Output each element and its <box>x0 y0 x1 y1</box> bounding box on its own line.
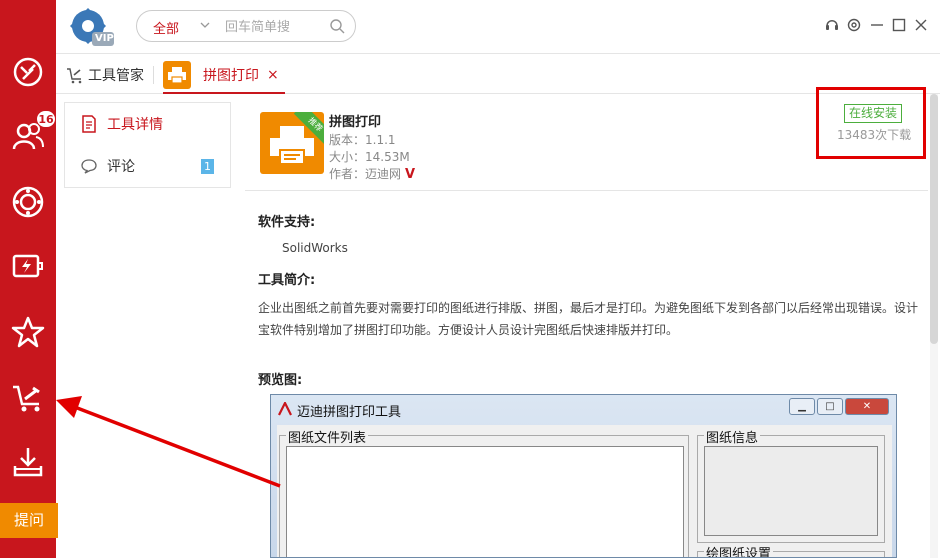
cart-icon <box>67 68 82 84</box>
tab-label: 拼图打印 <box>203 68 259 84</box>
sidebar-item-downloads[interactable] <box>0 430 56 494</box>
app-author-row: 作者：迈迪网 V <box>329 165 415 182</box>
app-logo[interactable]: VIP <box>66 6 114 48</box>
top-bar: VIP 全部 <box>56 0 940 54</box>
app-logo-small-icon <box>278 402 292 416</box>
support-heading: 软件支持: <box>258 215 316 230</box>
nav-item-comments[interactable]: 评论 1 <box>65 145 230 187</box>
app-size: 大小：14.53M <box>329 150 410 164</box>
sidebar-item-favorites[interactable] <box>0 300 56 364</box>
app-icon: 推荐 <box>260 112 324 174</box>
preview-files-list <box>286 446 684 557</box>
close-icon[interactable] <box>913 17 929 33</box>
tab-label: 工具管家 <box>88 68 144 84</box>
sidebar: 16 提问 <box>0 0 58 558</box>
printer-tab-icon <box>163 61 191 89</box>
tab-bar: 工具管家 拼图打印 × <box>56 54 940 94</box>
tools-cart-icon <box>13 385 40 412</box>
intro-text: 企业出图纸之前首先要对需要打印的图纸进行排版、拼图，最后才是打印。为避免图纸下发… <box>258 301 919 337</box>
search-input[interactable] <box>225 17 325 37</box>
preview-close-icon: ✕ <box>845 398 889 415</box>
divider <box>245 190 928 191</box>
search-scope-select[interactable]: 全部 <box>153 18 179 37</box>
tab-puzzle-print[interactable]: 拼图打印 × <box>163 58 285 94</box>
preview-image: 迈迪拼图打印工具 ▁ □ ✕ 图纸文件列表 图纸信息 绘图纸设置 <box>270 394 897 558</box>
install-online-button[interactable]: 在线安装 <box>844 104 903 123</box>
intro-heading: 工具简介: <box>258 273 316 288</box>
verified-badge: V <box>405 167 416 182</box>
download-count: 13483次下载 <box>837 128 912 142</box>
chevron-down-icon[interactable] <box>199 19 211 31</box>
preview-info-legend: 图纸信息 <box>704 427 761 446</box>
preview-settings-group: 绘图纸设置 <box>697 543 885 557</box>
preview-info-group: 图纸信息 <box>697 427 885 543</box>
comment-count-badge: 1 <box>201 159 214 174</box>
nav-item-tool-details[interactable]: 工具详情 <box>65 103 230 145</box>
preview-info-area <box>704 446 878 536</box>
ask-question-button[interactable]: 提问 <box>0 503 58 538</box>
nav-label: 工具详情 <box>107 117 163 133</box>
support-value: SolidWorks <box>282 241 348 255</box>
app-version: 版本：1.1.1 <box>329 133 396 147</box>
preview-minimize-icon: ▁ <box>789 398 815 415</box>
install-highlight: 在线安装 13483次下载 <box>816 87 926 159</box>
preview-window-body: 图纸文件列表 图纸信息 绘图纸设置 <box>277 425 892 557</box>
comment-icon <box>81 159 97 174</box>
sidebar-item-design[interactable] <box>0 40 56 104</box>
preview-heading: 预览图: <box>258 373 303 388</box>
minimize-icon[interactable] <box>869 17 885 33</box>
preview-window-title: 迈迪拼图打印工具 <box>297 405 402 420</box>
preview-files-group: 图纸文件列表 <box>279 427 689 557</box>
search-box: 全部 <box>136 10 356 42</box>
preview-maximize-icon: □ <box>817 398 843 415</box>
gear-ring-icon <box>12 186 44 218</box>
nav-label: 评论 <box>107 159 135 175</box>
notification-badge: 16 <box>36 110 56 128</box>
app-name: 拼图打印 <box>329 115 382 130</box>
maximize-icon[interactable] <box>891 17 907 33</box>
sidebar-item-parts[interactable] <box>0 170 56 234</box>
star-icon <box>11 316 45 348</box>
headset-icon[interactable] <box>824 17 840 33</box>
settings-icon[interactable] <box>846 17 862 33</box>
sidebar-item-tools[interactable] <box>0 366 56 430</box>
tab-divider <box>153 66 154 84</box>
preview-files-legend: 图纸文件列表 <box>286 427 369 446</box>
scrollbar-thumb[interactable] <box>930 94 938 344</box>
tab-close-icon[interactable]: × <box>267 67 279 83</box>
search-icon[interactable] <box>330 19 345 34</box>
preview-settings-legend: 绘图纸设置 <box>704 543 774 557</box>
detail-nav: 工具详情 评论 1 <box>64 102 231 188</box>
battery-icon <box>12 254 43 278</box>
tab-tool-manager[interactable]: 工具管家 <box>66 62 144 88</box>
document-icon <box>82 115 96 133</box>
app-author: 作者：迈迪网 <box>329 167 402 181</box>
sidebar-item-electric[interactable] <box>0 234 56 298</box>
vip-label: VIP <box>95 33 114 44</box>
design-icon <box>13 57 43 87</box>
download-tray-icon <box>13 448 43 477</box>
